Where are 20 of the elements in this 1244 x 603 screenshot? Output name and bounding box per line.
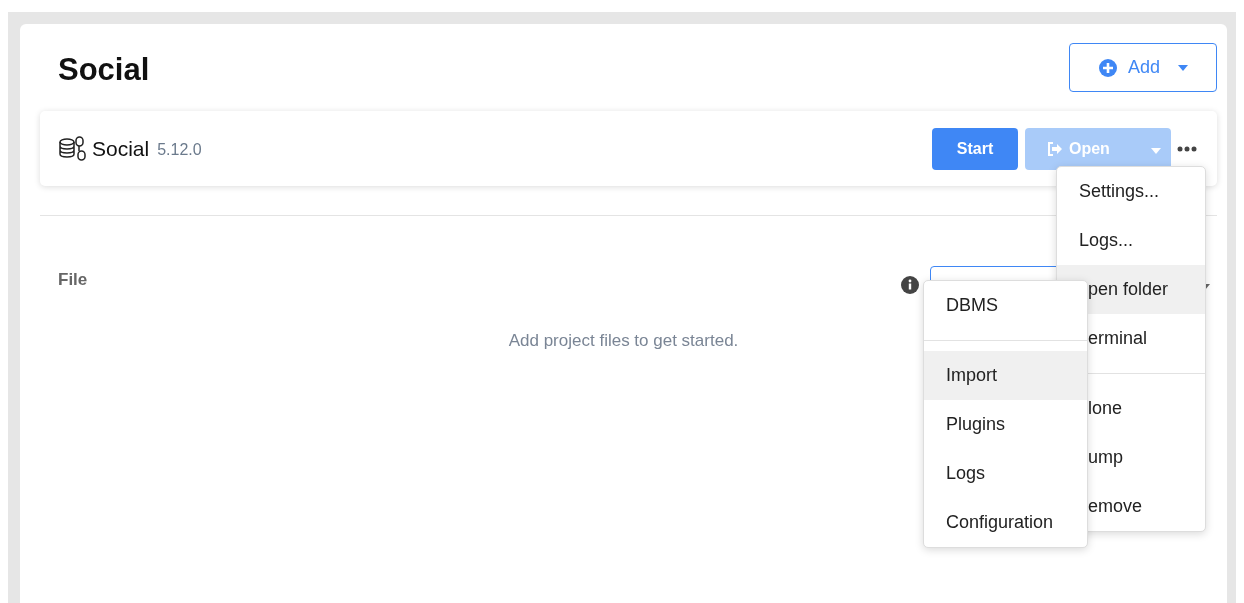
menu-item[interactable]: Configuration bbox=[924, 498, 1087, 547]
database-icon bbox=[58, 135, 88, 162]
info-icon bbox=[901, 276, 919, 294]
version-label: 5.12.0 bbox=[157, 141, 202, 159]
sign-in-icon bbox=[1047, 141, 1063, 156]
project-name: Social bbox=[92, 136, 150, 161]
add-button[interactable]: Add bbox=[1069, 43, 1217, 92]
menu-item[interactable]: Plugins bbox=[924, 400, 1087, 449]
menu-item[interactable]: Settings... bbox=[1057, 167, 1205, 216]
menu-item[interactable]: Logs... bbox=[1057, 216, 1205, 265]
menu-item[interactable]: Import bbox=[924, 351, 1087, 400]
page-title: Social bbox=[58, 52, 150, 88]
caret-icon bbox=[1178, 64, 1188, 71]
caret-icon bbox=[1151, 147, 1161, 154]
start-button[interactable]: Start bbox=[932, 127, 1018, 170]
section-label: File bbox=[58, 270, 88, 290]
more-icon[interactable] bbox=[1177, 145, 1197, 152]
plus-circle-icon bbox=[1098, 57, 1118, 78]
empty-message: Add project files to get started. bbox=[508, 331, 739, 351]
menu-item[interactable]: Logs bbox=[924, 449, 1087, 498]
